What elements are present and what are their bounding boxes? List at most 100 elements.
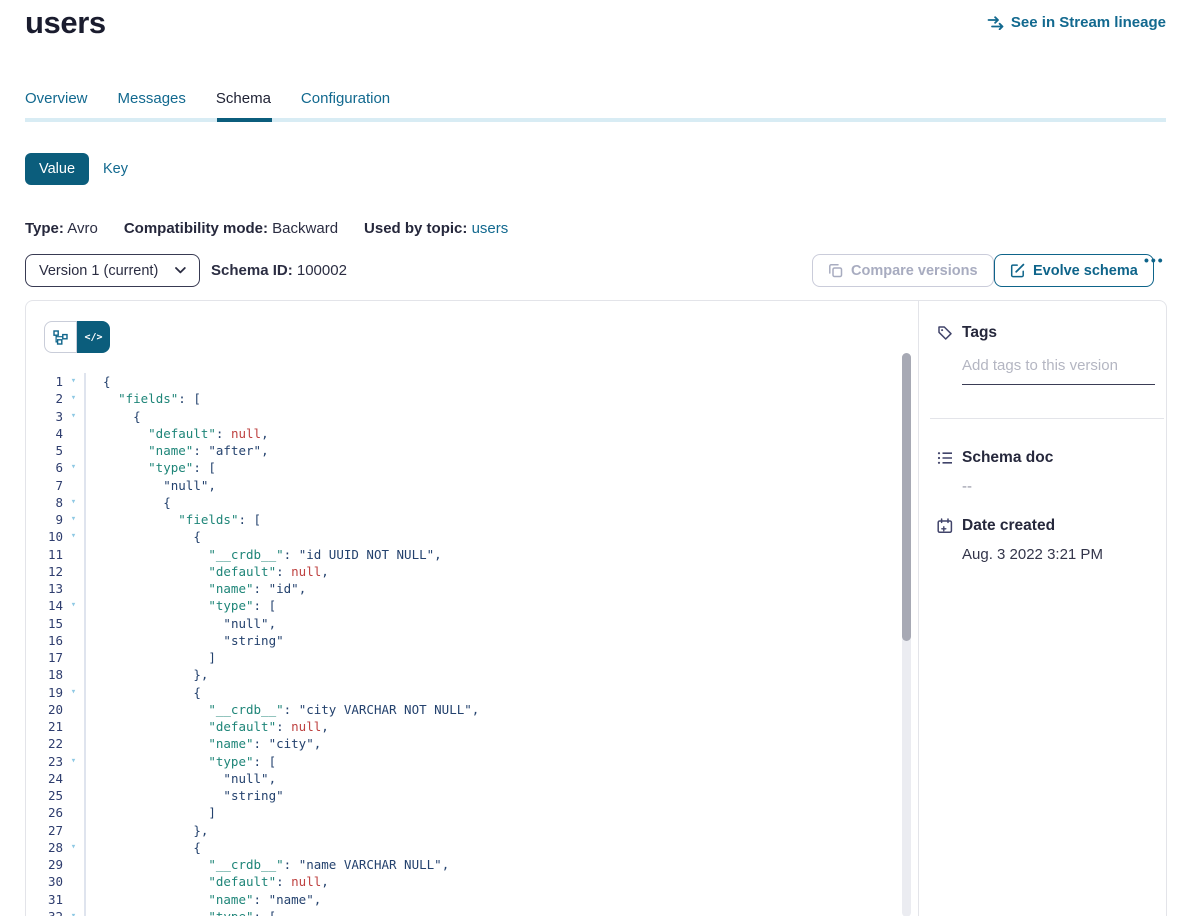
tag-icon	[937, 325, 953, 341]
compatibility-label: Compatibility mode:	[124, 220, 268, 237]
code-line: 26 ]	[26, 804, 918, 821]
schema-id-value: 100002	[297, 262, 347, 279]
line-number: 15	[26, 615, 63, 632]
line-number: 10	[26, 528, 63, 545]
fold-toggle-icon[interactable]: ▾	[63, 597, 84, 614]
compare-versions-button[interactable]: Compare versions	[812, 254, 994, 287]
code-text: "fields": [	[84, 390, 201, 407]
schema-id-label: Schema ID:	[211, 262, 293, 279]
code-line: 19▾ {	[26, 684, 918, 701]
code-line: 28▾ {	[26, 839, 918, 856]
code-line: 12 "default": null,	[26, 563, 918, 580]
code-line: 3▾ {	[26, 408, 918, 425]
view-mode-toggle: </>	[44, 321, 110, 353]
schema-sidebar: Tags Schema doc --	[920, 301, 1167, 916]
code-text: "__crdb__": "city VARCHAR NOT NULL",	[84, 701, 479, 718]
fold-toggle-icon[interactable]: ▾	[63, 390, 84, 407]
schema-doc-header: Schema doc	[937, 449, 1153, 467]
line-number: 17	[26, 649, 63, 666]
code-text: "fields": [	[84, 511, 261, 528]
tab-messages[interactable]: Messages	[118, 90, 186, 107]
code-text: {	[84, 373, 111, 390]
type-label: Type:	[25, 220, 64, 237]
evolve-schema-button[interactable]: Evolve schema	[994, 254, 1154, 287]
edit-icon	[1010, 263, 1025, 278]
code-text: "__crdb__": "id UUID NOT NULL",	[84, 546, 442, 563]
code-text: {	[84, 408, 141, 425]
calendar-plus-icon	[937, 518, 953, 534]
tree-view-button[interactable]	[44, 321, 77, 353]
code-text: "default": null,	[84, 563, 329, 580]
code-line: 2▾ "fields": [	[26, 390, 918, 407]
tab-configuration[interactable]: Configuration	[301, 90, 390, 107]
code-line: 23▾ "type": [	[26, 753, 918, 770]
version-select[interactable]: Version 1 (current)	[25, 254, 200, 287]
tags-section: Tags	[937, 324, 1153, 385]
stream-lineage-label: See in Stream lineage	[1011, 14, 1166, 31]
code-text: "name": "city",	[84, 735, 321, 752]
schema-panel: </> 1▾{2▾ "fields": [3▾ {4 "default": nu…	[25, 300, 1167, 916]
code-line: 29 "__crdb__": "name VARCHAR NULL",	[26, 856, 918, 873]
fold-toggle-icon[interactable]: ▾	[63, 408, 84, 425]
code-text: "type": [	[84, 753, 276, 770]
code-text: "name": "after",	[84, 442, 269, 459]
code-line: 13 "name": "id",	[26, 580, 918, 597]
code-line: 30 "default": null,	[26, 873, 918, 890]
fold-toggle-icon[interactable]: ▾	[63, 908, 84, 916]
fold-toggle-icon[interactable]: ▾	[63, 684, 84, 701]
topic-link[interactable]: users	[472, 220, 509, 237]
code-text: ]	[84, 804, 216, 821]
code-text: {	[84, 494, 171, 511]
schema-page: users See in Stream lineage Overview Mes…	[0, 0, 1189, 916]
fold-toggle-icon[interactable]: ▾	[63, 494, 84, 511]
line-number: 6	[26, 459, 63, 476]
code-text: "name": "name",	[84, 891, 321, 908]
code-line: 9▾ "fields": [	[26, 511, 918, 528]
line-number: 8	[26, 494, 63, 511]
compatibility-value: Backward	[272, 220, 338, 237]
code-text: "default": null,	[84, 718, 329, 735]
used-by-topic-field: Used by topic: users	[364, 220, 508, 237]
fold-toggle-icon[interactable]: ▾	[63, 839, 84, 856]
code-line: 25 "string"	[26, 787, 918, 804]
tags-header: Tags	[937, 324, 1153, 342]
add-tags-input[interactable]	[962, 355, 1155, 385]
version-select-value: Version 1 (current)	[39, 263, 158, 279]
code-line: 17 ]	[26, 649, 918, 666]
fold-toggle-icon[interactable]: ▾	[63, 753, 84, 770]
more-actions-button[interactable]: •••	[1144, 252, 1165, 268]
schema-doc-value: --	[962, 478, 1153, 495]
stream-lineage-icon	[987, 16, 1004, 30]
line-number: 16	[26, 632, 63, 649]
tab-bar: Overview Messages Schema Configuration	[25, 90, 390, 107]
code-text: "name": "id",	[84, 580, 306, 597]
code-line: 21 "default": null,	[26, 718, 918, 735]
schema-code-editor[interactable]: 1▾{2▾ "fields": [3▾ {4 "default": null,5…	[26, 373, 918, 916]
line-number: 13	[26, 580, 63, 597]
key-toggle-button[interactable]: Key	[103, 161, 128, 177]
fold-toggle-icon[interactable]: ▾	[63, 459, 84, 476]
code-text: "type": [	[84, 908, 276, 916]
value-toggle-button[interactable]: Value	[25, 153, 89, 185]
scrollbar-thumb[interactable]	[902, 353, 911, 641]
line-number: 24	[26, 770, 63, 787]
gutter-separator	[84, 373, 86, 916]
tab-overview[interactable]: Overview	[25, 90, 88, 107]
code-line: 5 "name": "after",	[26, 442, 918, 459]
fold-toggle-icon[interactable]: ▾	[63, 511, 84, 528]
code-text: },	[84, 666, 208, 683]
line-number: 26	[26, 804, 63, 821]
page-title: users	[25, 5, 106, 41]
code-line: 8▾ {	[26, 494, 918, 511]
fold-toggle-icon[interactable]: ▾	[63, 373, 84, 390]
line-number: 4	[26, 425, 63, 442]
type-field: Type: Avro	[25, 220, 98, 237]
code-text: "__crdb__": "name VARCHAR NULL",	[84, 856, 449, 873]
fold-toggle-icon[interactable]: ▾	[63, 528, 84, 545]
line-number: 21	[26, 718, 63, 735]
stream-lineage-link[interactable]: See in Stream lineage	[987, 14, 1166, 31]
code-view-button[interactable]: </>	[77, 321, 110, 353]
tab-schema[interactable]: Schema	[216, 90, 271, 107]
schema-doc-title: Schema doc	[962, 449, 1053, 467]
line-number: 22	[26, 735, 63, 752]
